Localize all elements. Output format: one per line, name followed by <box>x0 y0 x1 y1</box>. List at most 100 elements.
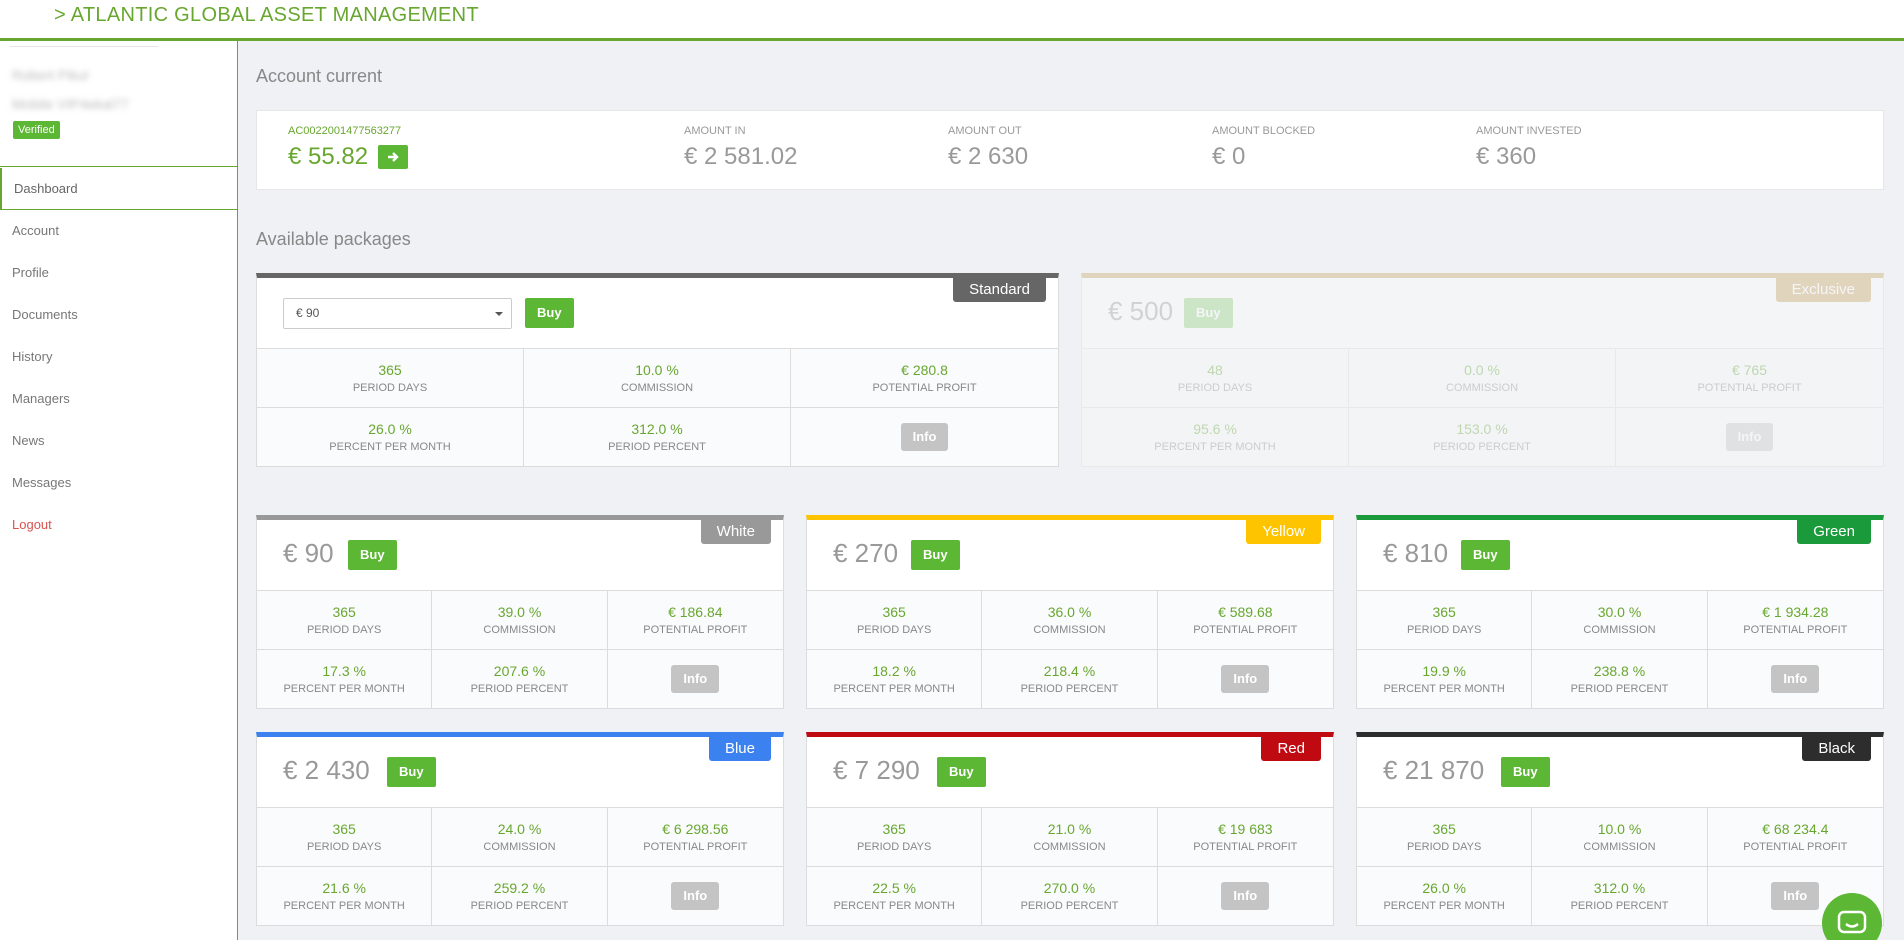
info-button[interactable]: Info <box>1771 881 1820 910</box>
buy-button[interactable]: Buy <box>1461 540 1510 570</box>
stat-value: 365 <box>332 820 356 837</box>
sidebar-item-history[interactable]: History <box>0 336 238 378</box>
stat-value: 365 <box>1432 603 1456 620</box>
stat-potential-profit: € 19 683 POTENTIAL PROFIT <box>1157 808 1333 867</box>
sidebar-item-profile[interactable]: Profile <box>0 252 238 294</box>
amount-select[interactable]: € 90 <box>283 298 512 329</box>
stat-period-percent: 218.4 % PERIOD PERCENT <box>982 649 1158 708</box>
stat-value: € 68 234.4 <box>1762 820 1829 837</box>
stat-label: PERIOD PERCENT <box>470 899 569 912</box>
stat-label: PERIOD DAYS <box>856 623 932 636</box>
stat-label: COMMISSION <box>1583 623 1656 636</box>
stat-label: COMMISSION <box>620 381 694 394</box>
package-green: Green € 810 Buy 365 PERIOD DAYS 30.0 % COMMISS… <box>1356 515 1884 709</box>
stat-value: € 589.68 <box>1218 603 1273 620</box>
package-price: € 810 <box>1383 538 1449 568</box>
package-white: White € 90 Buy 365 PERIOD DAYS 39.0 % COMMISSI… <box>256 515 784 709</box>
buy-button[interactable]: Buy <box>348 540 397 570</box>
stat-value: 270.0 % <box>1043 879 1096 896</box>
amount-out-block: AMOUNT OUT € 2 630 <box>948 125 1028 171</box>
brand-title[interactable]: > ATLANTIC GLOBAL ASSET MANAGEMENT <box>54 4 479 27</box>
package-stats: 48 PERIOD DAYS 0.0 % COMMISSION € 765 POTEN… <box>1082 348 1883 466</box>
info-button[interactable]: Info <box>671 881 720 910</box>
amount-invested-value: € 360 <box>1476 143 1537 170</box>
package-header: € 500 Buy <box>1082 278 1883 348</box>
stat-period-percent: 312.0 % PERIOD PERCENT <box>524 407 791 466</box>
info-button[interactable]: Info <box>671 664 720 693</box>
stat-value: 21.0 % <box>1047 820 1092 837</box>
sidebar-item-logout[interactable]: Logout <box>0 504 238 546</box>
package-yellow: Yellow € 270 Buy 365 PERIOD DAYS 36.0 % COMMIS… <box>806 515 1334 709</box>
sidebar-item-managers[interactable]: Managers <box>0 378 238 420</box>
stat-period-percent: 153.0 % PERIOD PERCENT <box>1349 407 1616 466</box>
sidebar: Robert Pikul Mobile VIP4ekal77 Verified … <box>0 41 238 940</box>
buy-button[interactable]: Buy <box>1184 298 1233 328</box>
package-price: € 270 <box>833 538 899 568</box>
amount-out-label: AMOUNT OUT <box>948 125 1022 137</box>
amount-blocked-block: AMOUNT BLOCKED € 0 <box>1212 125 1315 171</box>
buy-button[interactable]: Buy <box>1501 757 1550 787</box>
sidebar-item-news[interactable]: News <box>0 420 238 462</box>
chat-icon <box>1837 910 1867 934</box>
amount-in-block: AMOUNT IN € 2 581.02 <box>684 125 797 171</box>
package-red: Red € 7 290 Buy 365 PERIOD DAYS 21.0 % COMMISS… <box>806 732 1334 926</box>
verified-badge: Verified <box>13 121 60 139</box>
stat-period-days: 365 PERIOD DAYS <box>257 591 433 650</box>
stat-value: 259.2 % <box>493 879 546 896</box>
stat-label: POTENTIAL PROFIT <box>1193 623 1298 636</box>
info-cell: Info <box>1707 649 1883 708</box>
stat-value: € 1 934.28 <box>1762 603 1829 620</box>
stat-value: 0.0 % <box>1464 361 1500 378</box>
buy-button[interactable]: Buy <box>937 757 986 787</box>
stat-label: COMMISSION <box>1445 381 1519 394</box>
stat-label: PERIOD PERCENT <box>1570 682 1669 695</box>
buy-button[interactable]: Buy <box>525 298 574 328</box>
balance-value: € 55.82 <box>288 143 369 170</box>
stat-value: € 186.84 <box>668 603 723 620</box>
package-header: € 2 430 Buy <box>257 737 783 807</box>
chevron-down-icon <box>495 312 503 316</box>
package-stats: 365 PERIOD DAYS 10.0 % COMMISSION € 280.8 P… <box>257 348 1058 466</box>
stat-value: 365 <box>378 361 402 378</box>
info-button[interactable]: Info <box>1221 881 1270 910</box>
package-price: € 90 <box>283 538 334 568</box>
stat-label: PERCENT PER MONTH <box>1383 899 1505 912</box>
info-button[interactable]: Info <box>900 422 949 451</box>
stat-value: 365 <box>882 603 906 620</box>
stat-label: COMMISSION <box>1033 840 1106 853</box>
stat-period-percent: 312.0 % PERIOD PERCENT <box>1532 866 1708 925</box>
buy-button[interactable]: Buy <box>911 540 960 570</box>
stat-label: PERIOD PERCENT <box>1020 682 1119 695</box>
info-button[interactable]: Info <box>1771 664 1820 693</box>
info-cell: Info <box>1157 649 1333 708</box>
package-stats: 365 PERIOD DAYS 10.0 % COMMISSION € 68 234.4… <box>1357 807 1883 925</box>
stat-label: POTENTIAL PROFIT <box>1743 840 1848 853</box>
user-name: Robert Pikul <box>12 67 89 83</box>
amount-select-value: € 90 <box>296 306 320 320</box>
transfer-arrow-button[interactable] <box>378 145 409 169</box>
stat-label: PERIOD DAYS <box>1177 381 1253 394</box>
stat-value: 10.0 % <box>1597 820 1642 837</box>
stat-label: PERCENT PER MONTH <box>283 682 405 695</box>
stat-label: PERIOD PERCENT <box>470 682 569 695</box>
sidebar-item-dashboard[interactable]: Dashboard <box>0 168 238 210</box>
info-button[interactable]: Info <box>1221 664 1270 693</box>
sidebar-item-messages[interactable]: Messages <box>0 462 238 504</box>
stat-potential-profit: € 1 934.28 POTENTIAL PROFIT <box>1707 591 1883 650</box>
sidebar-item-account[interactable]: Account <box>0 210 238 252</box>
stat-percent-per-month: 26.0 % PERCENT PER MONTH <box>257 407 524 466</box>
stat-value: 18.2 % <box>872 662 916 679</box>
amount-in-value: € 2 581.02 <box>684 143 798 170</box>
stat-label: POTENTIAL PROFIT <box>643 623 748 636</box>
sidebar-item-documents[interactable]: Documents <box>0 294 238 336</box>
stat-label: PERIOD DAYS <box>1406 623 1482 636</box>
stat-value: 39.0 % <box>497 603 542 620</box>
stat-period-percent: 238.8 % PERIOD PERCENT <box>1532 649 1708 708</box>
info-button[interactable]: Info <box>1725 422 1774 451</box>
stat-label: PERIOD PERCENT <box>1020 899 1119 912</box>
buy-button[interactable]: Buy <box>387 757 436 787</box>
stat-value: € 280.8 <box>901 361 948 378</box>
user-code: Mobile VIP4ekal77 <box>12 96 129 112</box>
package-header: € 7 290 Buy <box>807 737 1333 807</box>
stat-potential-profit: € 6 298.56 POTENTIAL PROFIT <box>607 808 783 867</box>
